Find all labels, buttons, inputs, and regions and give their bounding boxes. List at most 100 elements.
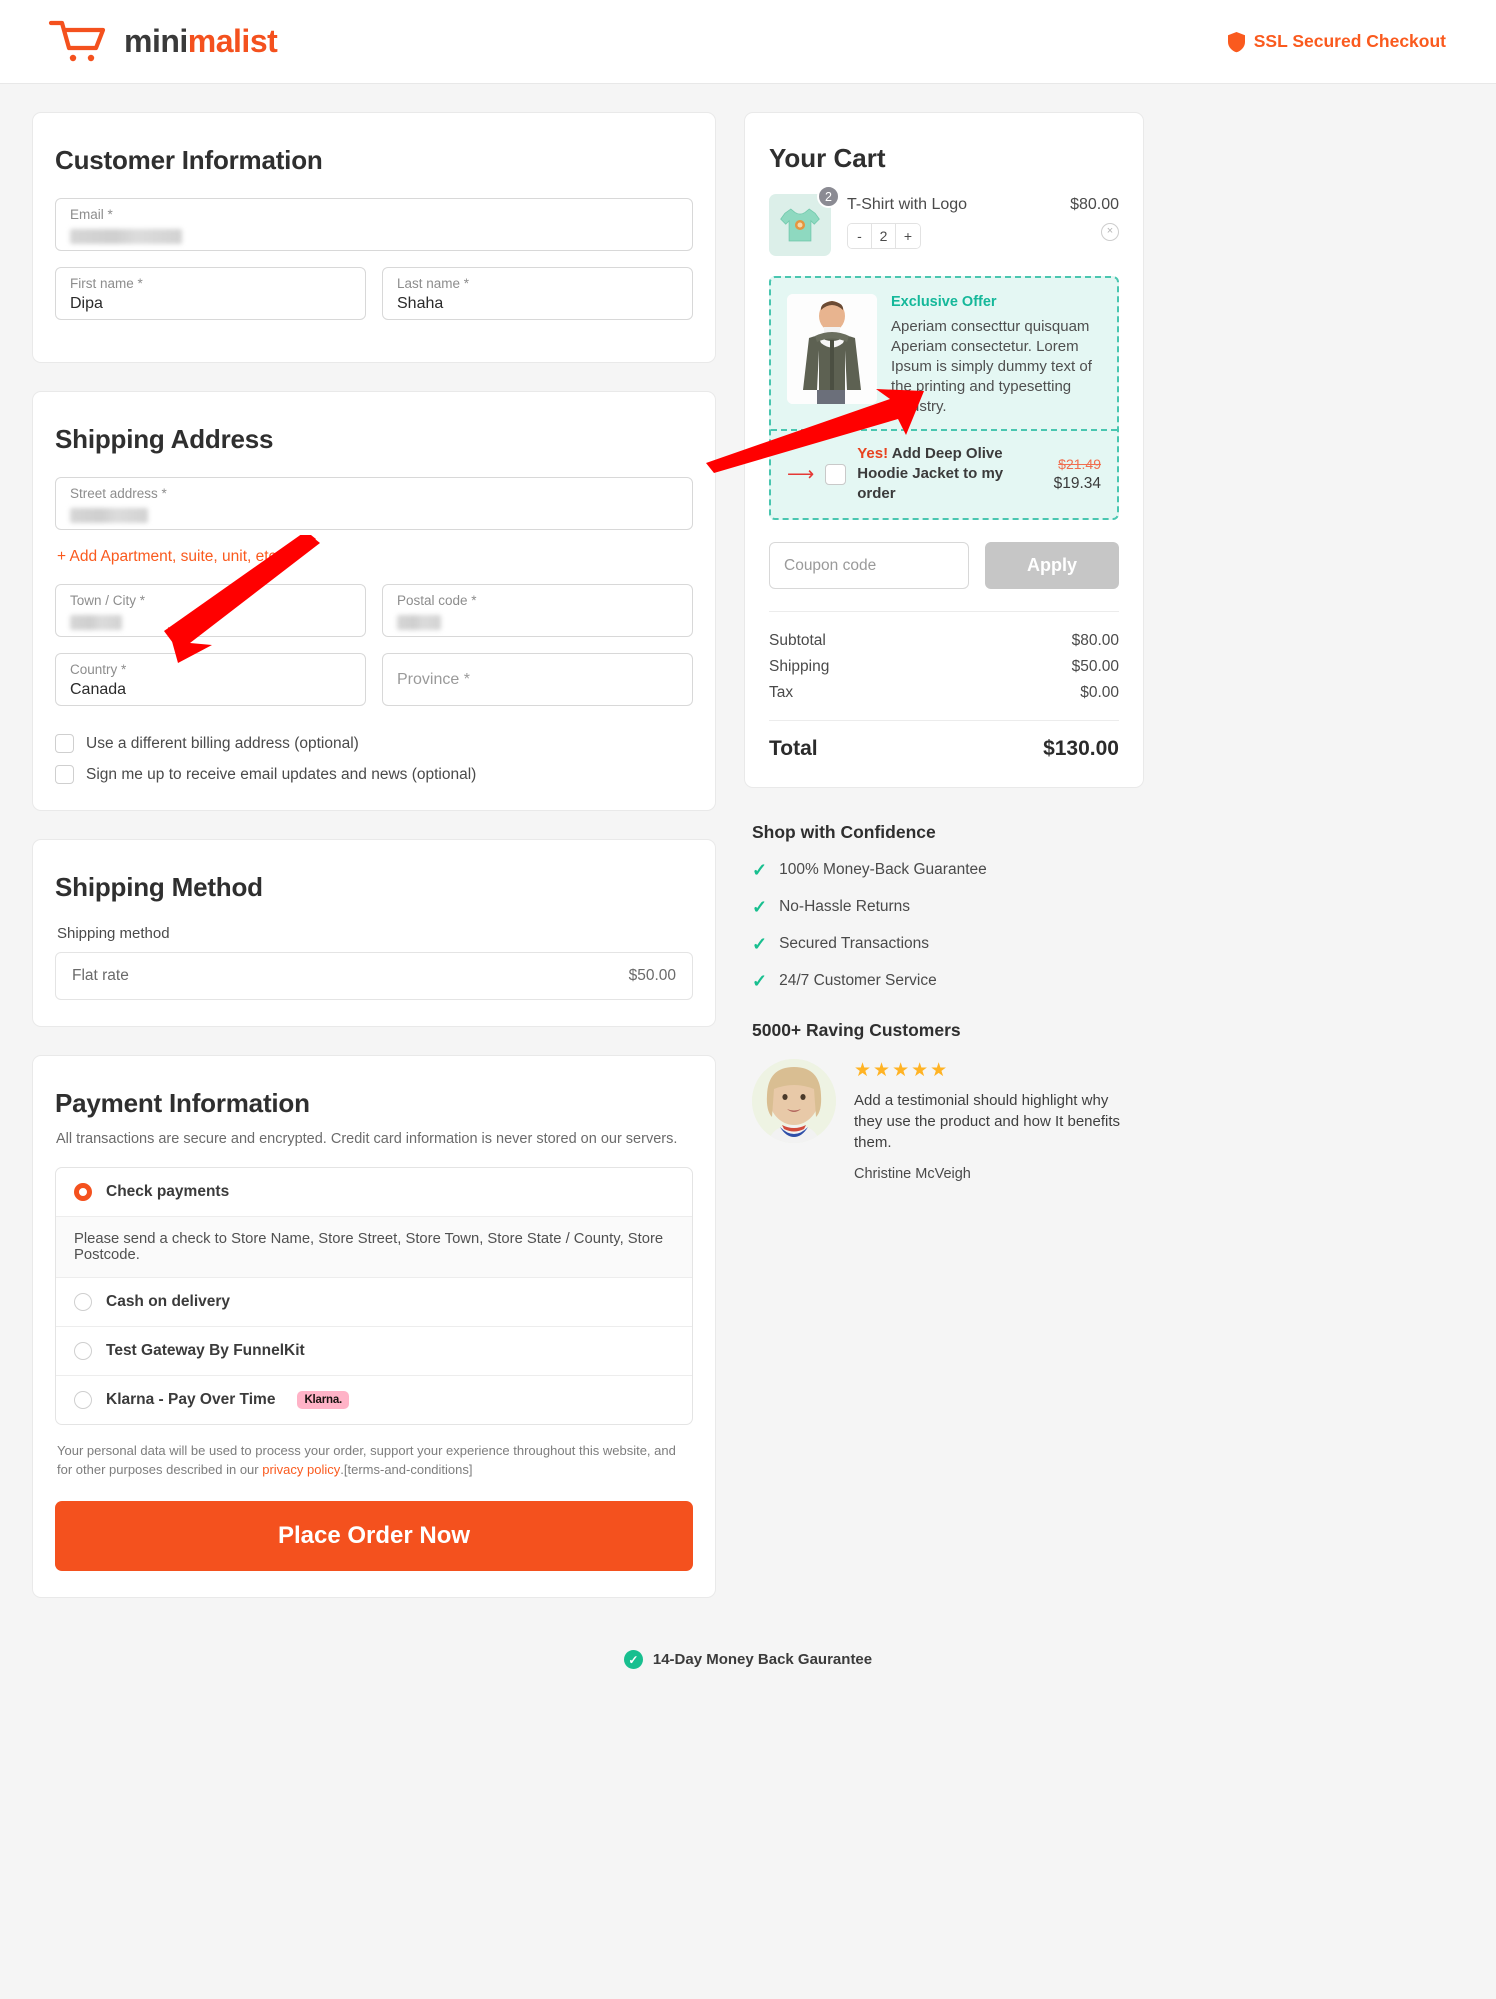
- coupon-row: Coupon code Apply: [769, 542, 1119, 589]
- payment-option-label: Test Gateway By FunnelKit: [106, 1342, 305, 1359]
- payment-option-test-gateway[interactable]: Test Gateway By FunnelKit: [56, 1327, 692, 1376]
- shield-icon: [1227, 31, 1245, 52]
- remove-item-button[interactable]: ×: [1101, 223, 1119, 241]
- email-label: Email *: [70, 207, 113, 222]
- first-name-field[interactable]: First name * Dipa: [55, 267, 366, 320]
- quantity-increase-button[interactable]: +: [896, 224, 920, 248]
- payment-option-label: Cash on delivery: [106, 1293, 231, 1310]
- radio-klarna[interactable]: [74, 1391, 92, 1409]
- first-name-label: First name *: [70, 276, 143, 291]
- coupon-placeholder: Coupon code: [784, 556, 877, 574]
- billing-address-label: Use a different billing address (optiona…: [86, 734, 359, 752]
- quantity-value[interactable]: 2: [872, 224, 896, 248]
- brand-name: minimalist: [124, 23, 278, 60]
- coupon-input[interactable]: Coupon code: [769, 542, 969, 589]
- avatar-photo: [752, 1059, 836, 1143]
- last-name-field[interactable]: Last name * Shaha: [382, 267, 693, 320]
- payment-option-klarna[interactable]: Klarna - Pay Over Time Klarna.: [56, 1376, 692, 1424]
- cart-item-name: T-Shirt with Logo: [847, 196, 968, 213]
- email-value: [70, 223, 678, 246]
- cart-item-quantity-stepper[interactable]: - 2 +: [847, 223, 921, 249]
- total-label: Total: [769, 737, 818, 760]
- radio-check-payments[interactable]: [74, 1183, 92, 1201]
- order-bump-eyebrow: Exclusive Offer: [891, 294, 997, 310]
- site-header: minimalist SSL Secured Checkout: [0, 0, 1496, 84]
- postal-code-label: Postal code *: [397, 593, 477, 608]
- billing-address-checkbox-row[interactable]: Use a different billing address (optiona…: [55, 734, 693, 753]
- apply-coupon-button[interactable]: Apply: [985, 542, 1119, 589]
- check-icon: ✓: [752, 860, 768, 880]
- first-name-value: Dipa: [70, 295, 103, 312]
- payment-option-cash-on-delivery[interactable]: Cash on delivery: [56, 1278, 692, 1327]
- order-bump-accept-row[interactable]: ⟶ Yes! Add Deep Olive Hoodie Jacket to m…: [771, 431, 1117, 518]
- testimonial: ★★★★★ Add a testimonial should highlight…: [752, 1059, 1134, 1182]
- quantity-decrease-button[interactable]: -: [848, 224, 872, 248]
- last-name-label: Last name *: [397, 276, 470, 291]
- shopping-cart-icon: [48, 20, 106, 61]
- place-order-button[interactable]: Place Order Now: [55, 1501, 693, 1571]
- tax-label: Tax: [769, 684, 794, 701]
- order-bump-old-price: $21.49: [1058, 455, 1101, 472]
- shipping-address-title: Shipping Address: [55, 424, 274, 454]
- totals-row-shipping: Shipping $50.00: [769, 654, 1119, 680]
- ssl-label: SSL Secured Checkout: [1253, 31, 1446, 51]
- radio-test-gateway[interactable]: [74, 1342, 92, 1360]
- country-select[interactable]: Country * Canada: [55, 653, 366, 706]
- order-bump-new-price: $19.34: [1053, 474, 1101, 492]
- street-address-label: Street address *: [70, 486, 167, 501]
- brand-name-part1: mini: [124, 23, 188, 59]
- shipping-label: Shipping: [769, 658, 830, 675]
- street-address-field[interactable]: Street address *: [55, 477, 693, 530]
- check-icon: ✓: [752, 934, 768, 954]
- city-label: Town / City *: [70, 593, 146, 608]
- testimonial-body: ★★★★★ Add a testimonial should highlight…: [854, 1059, 1134, 1182]
- shipping-method-card: Shipping Method Shipping method Flat rat…: [32, 839, 716, 1027]
- trust-title: Shop with Confidence: [752, 822, 936, 842]
- payment-legal-text: Your personal data will be used to proce…: [57, 1441, 691, 1479]
- footer-guarantee: ✓ 14-Day Money Back Gaurantee: [0, 1626, 1496, 1699]
- legal-post: .[terms-and-conditions]: [340, 1462, 473, 1477]
- totals-row-tax: Tax $0.00: [769, 680, 1119, 706]
- cart-item-thumb-wrap: 2: [769, 185, 840, 256]
- order-bump-description: Aperiam consecttur quisquam Aperiam cons…: [891, 318, 1092, 415]
- billing-address-checkbox[interactable]: [55, 734, 74, 753]
- payment-subtitle: All transactions are secure and encrypte…: [56, 1131, 678, 1147]
- city-field[interactable]: Town / City *: [55, 584, 366, 637]
- payment-information-card: Payment Information All transactions are…: [32, 1055, 716, 1598]
- postal-code-field[interactable]: Postal code *: [382, 584, 693, 637]
- payment-option-label: Check payments: [106, 1183, 230, 1200]
- shipping-method-field-label: Shipping method: [57, 925, 170, 942]
- province-select[interactable]: Province *: [382, 653, 693, 706]
- order-bump-top: Exclusive Offer Aperiam consecttur quisq…: [771, 278, 1117, 429]
- payment-information-title: Payment Information: [55, 1088, 310, 1118]
- order-summary-column: Your Cart 2 T-Shirt with Logo - 2 + $80.…: [744, 112, 1144, 1182]
- cart-title: Your Cart: [769, 143, 886, 173]
- shipping-method-option[interactable]: Flat rate $50.00: [55, 952, 693, 1000]
- brand-logo[interactable]: minimalist: [48, 18, 278, 66]
- testimonial-heading: 5000+ Raving Customers: [752, 1020, 961, 1040]
- order-bump-yes-label: Yes!: [857, 445, 889, 462]
- shipping-value: $50.00: [1071, 658, 1119, 675]
- add-apartment-link[interactable]: + Add Apartment, suite, unit, etc.: [57, 548, 281, 566]
- privacy-policy-link[interactable]: privacy policy: [262, 1462, 340, 1477]
- arrow-right-icon: ⟶: [787, 463, 815, 485]
- newsletter-checkbox-row[interactable]: Sign me up to receive email updates and …: [55, 765, 693, 784]
- radio-cash-on-delivery[interactable]: [74, 1293, 92, 1311]
- city-postal-row: Town / City * Postal code *: [55, 584, 693, 653]
- trust-item: ✓ 100% Money-Back Guarantee: [752, 861, 1134, 879]
- tshirt-icon: [780, 208, 820, 242]
- payment-option-check-payments[interactable]: Check payments: [56, 1168, 692, 1217]
- country-value: Canada: [70, 681, 127, 698]
- cart-item-price: $80.00: [1070, 196, 1119, 213]
- newsletter-checkbox[interactable]: [55, 765, 74, 784]
- trust-item-label: Secured Transactions: [779, 935, 930, 952]
- subtotal-label: Subtotal: [769, 632, 826, 649]
- check-payments-note: Please send a check to Store Name, Store…: [56, 1217, 692, 1278]
- tax-value: $0.00: [1080, 684, 1119, 701]
- order-bump-checkbox[interactable]: [825, 463, 847, 485]
- checkout-forms-column: Customer Information Email * First name …: [32, 112, 716, 1626]
- hoodie-photo: [787, 294, 877, 404]
- order-bump: Exclusive Offer Aperiam consecttur quisq…: [769, 276, 1119, 520]
- email-field[interactable]: Email *: [55, 198, 693, 251]
- shipping-method-option-name: Flat rate: [72, 967, 129, 984]
